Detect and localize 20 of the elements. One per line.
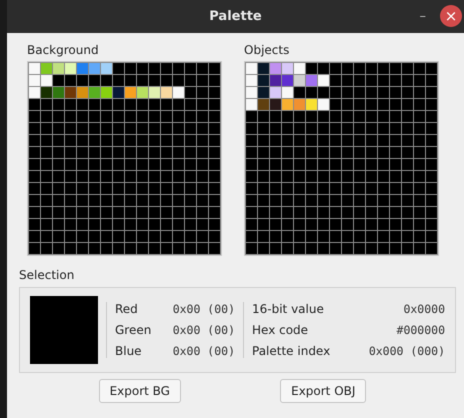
detail-label: Hex code <box>252 323 310 337</box>
close-button[interactable]: × <box>440 5 462 27</box>
channel-value: 0x00 (00) <box>172 323 235 337</box>
detail-value: 0x000 (000) <box>368 344 445 358</box>
channel-value: 0x00 (00) <box>172 302 235 316</box>
window-title: Palette <box>209 9 262 24</box>
export-button[interactable]: Export OBJ <box>280 379 366 403</box>
channel-label: Green <box>115 323 152 337</box>
channel-label: Red <box>115 302 139 316</box>
detail-value: #000000 <box>396 323 445 337</box>
detail-label: 16-bit value <box>252 302 325 316</box>
detail-label: Palette index <box>252 344 332 358</box>
section-label: Selection <box>19 268 76 282</box>
detail-value: 0x0000 <box>402 302 445 316</box>
minimize-button[interactable]: – <box>420 8 426 24</box>
channel-value: 0x00 (00) <box>172 344 235 358</box>
channel-label: Blue <box>115 344 143 358</box>
export-button[interactable]: Export BG <box>98 379 181 403</box>
palette-label: Background <box>27 43 100 57</box>
palette-label: Objects <box>244 43 290 57</box>
